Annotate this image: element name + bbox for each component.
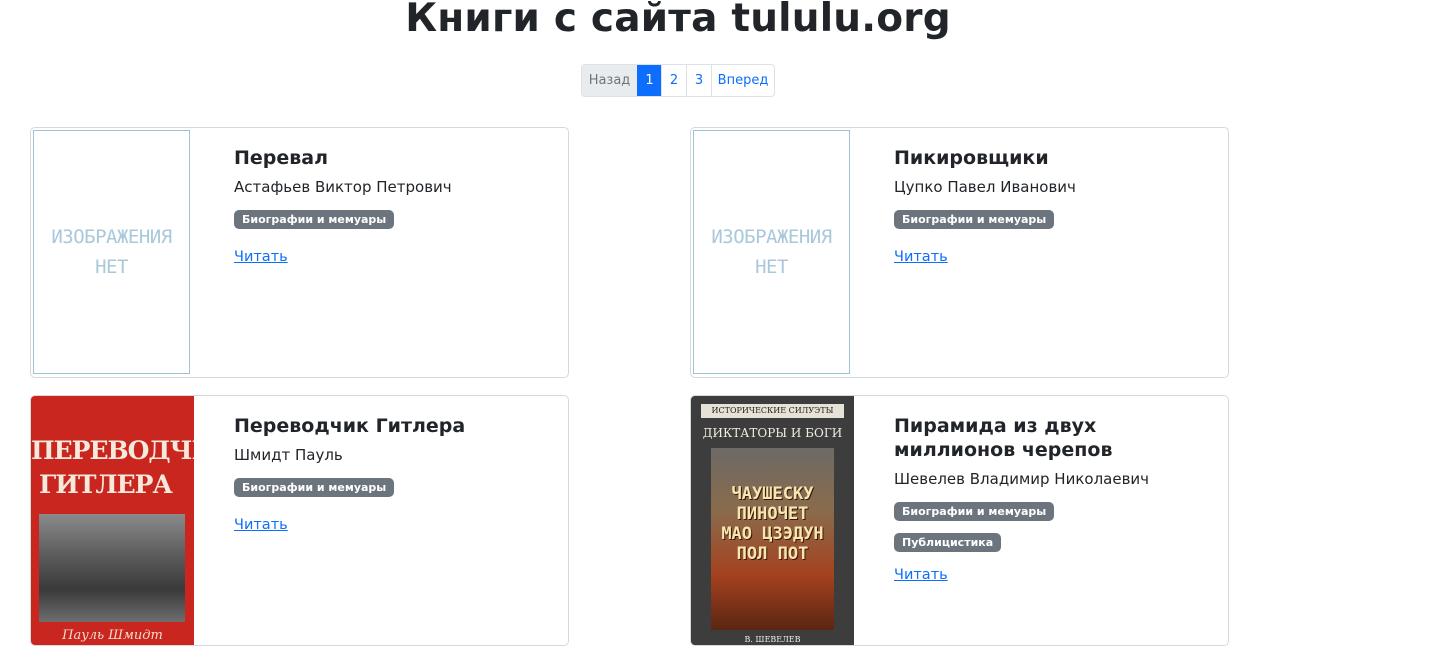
- cover-name-1: ЧАУШЕСКУ: [731, 484, 814, 504]
- read-link[interactable]: Читать: [234, 249, 288, 265]
- no-image-line-2: НЕТ: [755, 256, 788, 278]
- genre-badge: Биографии и мемуары: [234, 210, 395, 229]
- pagination-next[interactable]: Вперед: [711, 65, 774, 96]
- pagination-page-2[interactable]: 2: [661, 65, 686, 96]
- book-cover-image: ИСТОРИЧЕСКИЕ СИЛУЭТЫ ДИКТАТОРЫ И БОГИ ЧА…: [691, 396, 854, 645]
- no-image-line-1: ИЗОБРАЖЕНИЯ: [51, 226, 172, 248]
- genre-badge: Биографии и мемуары: [234, 478, 395, 497]
- genre-badge: Публицистика: [894, 533, 1002, 552]
- cover-name-3: МАО ЦЗЭДУН: [721, 524, 824, 544]
- book-cover-placeholder: ИЗОБРАЖЕНИЯ НЕТ: [693, 130, 850, 374]
- genre-badge: Биографии и мемуары: [894, 210, 1055, 229]
- read-link[interactable]: Читать: [894, 249, 948, 265]
- cover-name-4: ПОЛ ПОТ: [736, 544, 809, 564]
- read-link[interactable]: Читать: [894, 567, 948, 583]
- book-title: Пирамида из двух миллионов черепов: [894, 415, 1113, 461]
- pagination-prev[interactable]: Назад: [582, 65, 637, 96]
- no-image-line-1: ИЗОБРАЖЕНИЯ: [711, 226, 832, 248]
- no-image-line-2: НЕТ: [95, 256, 128, 278]
- cover-author: Пауль Шмидт: [62, 628, 163, 643]
- cover-title: ДИКТАТОРЫ И БОГИ: [702, 426, 843, 440]
- cover-title-line-2: ГИТЛЕРА: [39, 470, 173, 499]
- cover-author: В. ШЕВЕЛЕВ: [744, 635, 801, 644]
- pagination-page-3[interactable]: 3: [686, 65, 711, 96]
- book-title: Переводчик Гитлера: [234, 415, 466, 437]
- page-title: Книги с сайта tululu.org: [405, 0, 951, 41]
- book-card: ИСТОРИЧЕСКИЕ СИЛУЭТЫ ДИКТАТОРЫ И БОГИ ЧА…: [690, 395, 1229, 646]
- cover-title-line-1: ПЕРЕВОДЧИК: [31, 436, 194, 465]
- book-card: ИЗОБРАЖЕНИЯ НЕТ Перевал Астафьев Виктор …: [30, 127, 569, 378]
- book-author: Шевелев Владимир Николаевич: [894, 470, 1150, 488]
- book-card: ИЗОБРАЖЕНИЯ НЕТ Пикировщики Цупко Павел …: [690, 127, 1229, 378]
- book-author: Астафьев Виктор Петрович: [234, 178, 452, 196]
- cover-photo: [39, 514, 185, 622]
- cover-name-2: ПИНОЧЕТ: [736, 504, 809, 524]
- book-cover-placeholder: ИЗОБРАЖЕНИЯ НЕТ: [33, 130, 190, 374]
- book-title: Перевал: [234, 147, 329, 169]
- pagination-page-1[interactable]: 1: [637, 65, 661, 96]
- book-author: Цупко Павел Иванович: [894, 178, 1076, 196]
- book-card: ПЕРЕВОДЧИК ГИТЛЕРА Пауль Шмидт Переводчи…: [30, 395, 569, 646]
- genre-badge: Биографии и мемуары: [894, 502, 1055, 521]
- pagination: Назад 1 2 3 Вперед: [581, 64, 775, 97]
- book-author: Шмидт Пауль: [234, 446, 343, 464]
- read-link[interactable]: Читать: [234, 517, 288, 533]
- book-cover-image: ПЕРЕВОДЧИК ГИТЛЕРА Пауль Шмидт: [31, 396, 194, 645]
- cover-series: ИСТОРИЧЕСКИЕ СИЛУЭТЫ: [701, 404, 844, 418]
- book-title: Пикировщики: [894, 147, 1049, 169]
